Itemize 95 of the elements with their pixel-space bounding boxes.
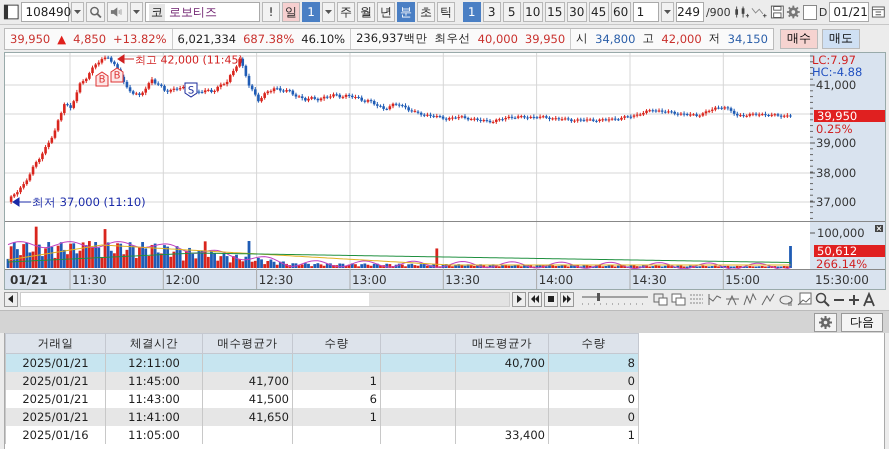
column-header: 매도평균가 (456, 334, 548, 354)
count-field[interactable]: 249 (676, 2, 704, 22)
table-cell: 11:05:00 (106, 426, 202, 444)
price-change-label: 0.25% (816, 122, 853, 136)
buy-button[interactable]: 매수 (780, 28, 818, 48)
interval-button[interactable]: 30 (566, 2, 587, 22)
interval-button[interactable]: 1 (462, 2, 481, 22)
price-tick-label: 41,000 (816, 78, 856, 92)
time-label: 12:30 (258, 273, 294, 287)
market-label: 코 (148, 4, 165, 20)
table-cell: 1 (292, 408, 380, 426)
current-price-tag: 39,950 (814, 109, 885, 123)
table-row[interactable]: 2025/01/21 12:11:00 40,700 8 (6, 354, 638, 372)
table-row[interactable]: 2025/01/21 11:45:00 41,700 1 0 (6, 372, 638, 390)
period-count-field[interactable]: 1 (302, 2, 320, 22)
table-cell: 33,400 (456, 426, 548, 444)
price-tick-label: 38,000 (816, 166, 856, 180)
interval-button[interactable]: 60 (610, 2, 631, 22)
quote-value: 4,850 (73, 32, 106, 46)
sell-marker: S (184, 82, 198, 98)
quote-value: 39,950 (524, 32, 566, 46)
quote-value: 최우선 (434, 31, 471, 46)
column-header: 수량 (548, 334, 638, 354)
column-header: 매수평균가 (202, 334, 292, 354)
table-cell: 2025/01/21 (6, 408, 106, 426)
quote-value: 40,000 (478, 32, 518, 46)
period-tab[interactable]: 주 (337, 2, 356, 22)
indicator-label: LC:7.97 (812, 53, 856, 67)
quote-value: 시 (576, 31, 588, 46)
column-header: 거래일 (6, 334, 106, 354)
table-cell: 11:45:00 (106, 372, 202, 390)
count-max: /900 (706, 6, 731, 18)
table-cell: 0 (548, 408, 638, 426)
table-row[interactable]: 2025/01/16 11:05:00 33,400 1 (6, 426, 638, 444)
time-label: 13:30 (445, 273, 480, 287)
table-cell: 1 (292, 372, 380, 390)
alert-button[interactable]: ! (262, 2, 280, 22)
multiplier-field[interactable]: 1 (632, 2, 659, 22)
table-cell: 1 (548, 426, 638, 444)
quote-value: +13.82% (113, 32, 167, 46)
table-cell: 41,700 (202, 372, 292, 390)
stock-name-field[interactable]: 코 로보티즈 (144, 2, 260, 22)
interval-button[interactable]: 10 (522, 2, 543, 22)
quote-value: 236,937백만 (356, 31, 428, 46)
period-tab[interactable]: 일 (282, 2, 300, 22)
stock-code-field[interactable]: 108490 (21, 2, 70, 22)
date-field[interactable]: 01/21 (829, 2, 870, 22)
quote-value: ▲ (57, 32, 66, 46)
volume-tick-label: 100,000 (817, 226, 865, 240)
price-tick-label: 37,000 (816, 195, 856, 209)
table-cell: 0 (548, 372, 638, 390)
time-label: 15:30:00 (815, 273, 869, 287)
checkbox-label: D (818, 6, 828, 18)
period-tab[interactable]: 분 (397, 2, 416, 22)
quote-value: 저 (708, 31, 721, 46)
buy-marker: B (110, 67, 124, 82)
buy-marker: B (96, 71, 108, 86)
period-tab[interactable]: 초 (417, 2, 436, 22)
time-label: 12:00 (165, 273, 200, 287)
table-row[interactable]: 2025/01/21 11:41:00 41,650 1 0 (6, 408, 638, 426)
period-tab[interactable]: 년 (377, 2, 396, 22)
sell-button[interactable]: 매도 (822, 28, 860, 48)
quote-value: 39,950 (10, 32, 50, 46)
quote-value: 46.10% (301, 32, 346, 46)
time-label: 13:00 (352, 273, 387, 287)
quote-value: 6,021,334 (178, 32, 236, 46)
table-cell: 41,650 (202, 408, 292, 426)
interval-button[interactable]: 3 (482, 2, 501, 22)
time-label: 14:30 (632, 273, 667, 287)
column-header: 체결시간 (106, 334, 202, 354)
quote-value: 34,800 (595, 32, 636, 46)
time-label: 11:30 (72, 273, 107, 287)
price-tick-label: 39,000 (816, 136, 856, 150)
stock-name: 로보티즈 (168, 4, 217, 20)
volume-ratio-label: 266.14% (816, 257, 868, 269)
next-button[interactable]: 다음 (841, 312, 883, 332)
interval-button[interactable]: 45 (588, 2, 609, 22)
time-label: 14:00 (538, 273, 574, 287)
period-tab[interactable]: 틱 (437, 2, 456, 22)
low-price-annotation: 최저 37,000 (11:10) (12, 195, 146, 209)
column-header: 수량 (292, 334, 380, 354)
interval-button[interactable]: 5 (502, 2, 521, 22)
period-tab[interactable]: 월 (357, 2, 376, 22)
interval-button[interactable]: 15 (544, 2, 565, 22)
date-label: 01/21 (10, 273, 48, 287)
indicator-label: HC:-4.88 (812, 65, 862, 79)
current-volume-tag: 50,612 (814, 244, 885, 258)
time-label: 15:00 (725, 273, 760, 287)
quote-value: 34,150 (728, 32, 768, 46)
quote-value: 고 (642, 31, 654, 46)
table-cell: 2025/01/21 (6, 372, 106, 390)
table-cell: 11:41:00 (106, 408, 202, 426)
table-cell: 2025/01/16 (6, 426, 106, 444)
quote-value: 42,000 (661, 32, 702, 46)
quote-value: 687.38% (243, 32, 294, 46)
